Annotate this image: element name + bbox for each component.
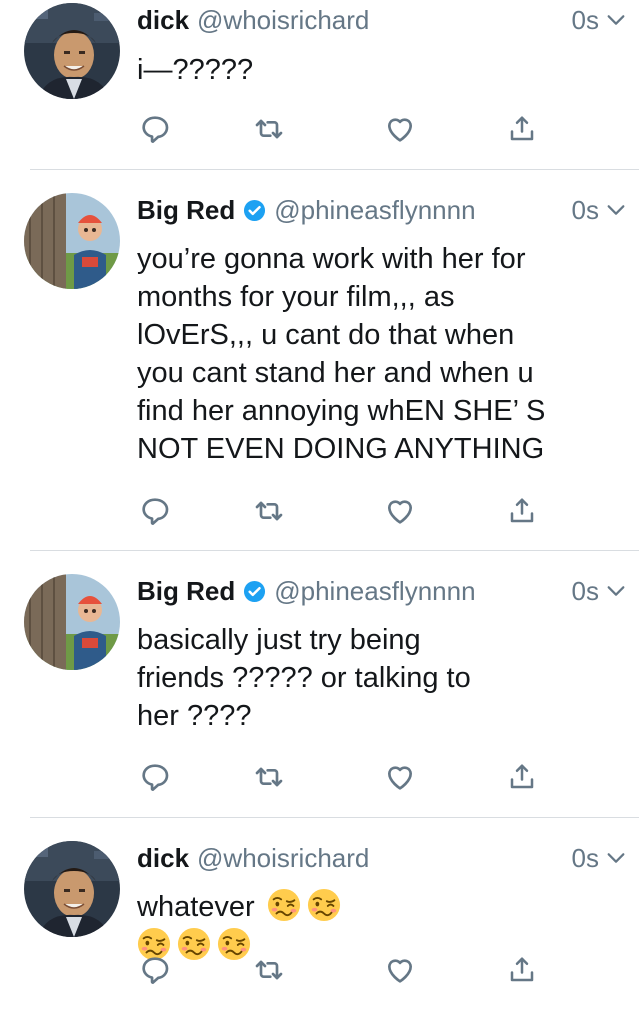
chevron-down-icon[interactable] <box>605 847 627 869</box>
tweet-actions <box>137 111 537 147</box>
retweet-icon[interactable] <box>251 952 287 988</box>
tweet-header: Big Red @phineasflynnnn 0s <box>137 193 627 227</box>
tweet-text: i—????? <box>137 54 254 86</box>
tweet-actions <box>137 759 537 795</box>
chevron-down-icon[interactable] <box>605 580 627 602</box>
timestamp: 0s <box>571 843 599 873</box>
heart-icon[interactable] <box>382 759 418 795</box>
avatar[interactable] <box>24 3 120 99</box>
avatar[interactable] <box>24 841 120 937</box>
divider <box>30 169 639 170</box>
reply-icon[interactable] <box>137 493 173 529</box>
tweet-actions <box>137 952 537 988</box>
retweet-icon[interactable] <box>251 759 287 795</box>
reply-icon[interactable] <box>137 111 173 147</box>
woozy-face-emoji <box>267 888 301 922</box>
tweet-text: basically just try being friends ????? o… <box>137 624 471 732</box>
timestamp: 0s <box>571 5 599 35</box>
display-name[interactable]: Big Red <box>137 193 235 227</box>
verified-badge-icon <box>243 580 266 603</box>
share-icon[interactable] <box>504 952 540 988</box>
username-handle[interactable]: @whoisrichard <box>197 841 369 875</box>
heart-icon[interactable] <box>382 493 418 529</box>
avatar[interactable] <box>24 193 120 289</box>
share-icon[interactable] <box>504 111 540 147</box>
share-icon[interactable] <box>504 493 540 529</box>
tweet-text-word: whatever <box>137 891 255 923</box>
share-icon[interactable] <box>504 759 540 795</box>
heart-icon[interactable] <box>382 111 418 147</box>
chevron-down-icon[interactable] <box>605 199 627 221</box>
display-name[interactable]: dick <box>137 841 189 875</box>
divider <box>30 550 639 551</box>
chevron-down-icon[interactable] <box>605 9 627 31</box>
reply-icon[interactable] <box>137 759 173 795</box>
tweet-text: whatever <box>137 888 599 926</box>
heart-icon[interactable] <box>382 952 418 988</box>
divider <box>30 817 639 818</box>
display-name[interactable]: dick <box>137 3 189 37</box>
retweet-icon[interactable] <box>251 493 287 529</box>
username-handle[interactable]: @phineasflynnnn <box>274 193 475 227</box>
tweet-actions <box>137 493 537 529</box>
username-handle[interactable]: @phineasflynnnn <box>274 574 475 608</box>
woozy-face-emoji <box>307 888 341 922</box>
avatar[interactable] <box>24 574 120 670</box>
timestamp: 0s <box>571 195 599 225</box>
verified-badge-icon <box>243 199 266 222</box>
retweet-icon[interactable] <box>251 111 287 147</box>
tweet-header: dick @whoisrichard 0s <box>137 3 627 37</box>
tweet-header: Big Red @phineasflynnnn 0s <box>137 574 627 608</box>
tweet-header: dick @whoisrichard 0s <box>137 841 627 875</box>
timestamp: 0s <box>571 576 599 606</box>
reply-icon[interactable] <box>137 952 173 988</box>
display-name[interactable]: Big Red <box>137 574 235 608</box>
tweet-text: you’re gonna work with her for months fo… <box>137 243 546 465</box>
username-handle[interactable]: @whoisrichard <box>197 3 369 37</box>
